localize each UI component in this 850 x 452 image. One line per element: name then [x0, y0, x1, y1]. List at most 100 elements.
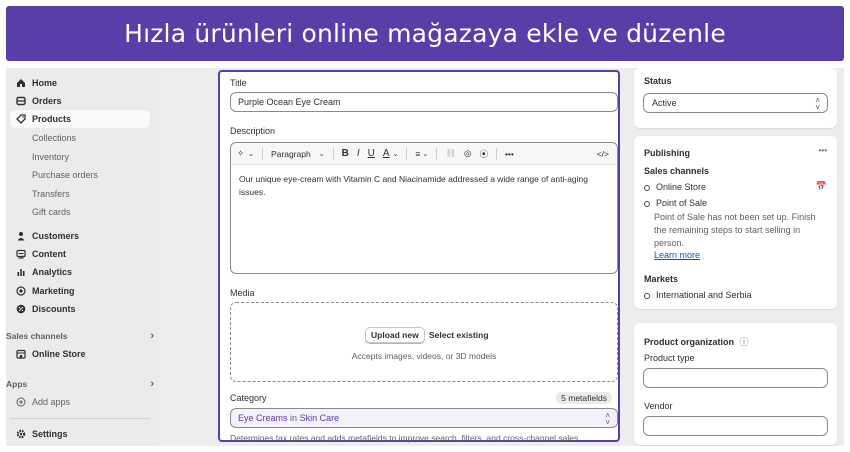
markets-label: Markets [644, 274, 679, 284]
product-type-input[interactable] [643, 368, 828, 388]
category-in: in [290, 413, 298, 423]
sidebar-item-analytics[interactable]: Analytics [10, 263, 150, 281]
title-input[interactable]: Purple Ocean Eye Cream [230, 92, 618, 112]
status-card: Status Active ˄ ˅ [634, 68, 837, 128]
sidebar-subitem-purchase-orders[interactable]: Purchase orders [32, 167, 98, 183]
product-organization-title: Product organization ⓘ [644, 335, 749, 348]
vendor-label: Vendor [644, 401, 673, 411]
chevron-right-icon: › [150, 378, 154, 390]
sidebar-item-label: Settings [32, 429, 68, 439]
sidebar-item-settings[interactable]: Settings [10, 425, 150, 443]
sidebar-subitem-label: Purchase orders [32, 170, 99, 180]
paragraph-label: Paragraph [271, 148, 311, 159]
sidebar: Home Orders Products Collections Invento… [6, 68, 158, 446]
category-name: Eye Creams [238, 413, 288, 423]
description-editor[interactable]: ✧ ⌄ Paragraph ⌄ B I U A ⌄ ≡ ⌄ ⛓ ◎ ⦿ ••• </> … [230, 142, 618, 274]
title-value: Purple Ocean Eye Cream [238, 97, 341, 107]
sidebar-item-marketing[interactable]: Marketing [10, 282, 150, 300]
vendor-input[interactable] [643, 416, 828, 436]
sidebar-subitem-gift-cards[interactable]: Gift cards [32, 204, 71, 220]
sidebar-item-content[interactable]: Content [10, 245, 150, 263]
underline-button[interactable]: U [368, 148, 375, 159]
sales-channels-section[interactable]: Sales channels › [6, 330, 154, 342]
category-help-text: Determines tax rates and adds metafields… [230, 433, 579, 443]
sidebar-item-online-store[interactable]: Online Store [10, 345, 150, 363]
section-label: Sales channels [6, 331, 68, 341]
description-label: Description [230, 126, 276, 136]
text-color-button[interactable]: A ⌄ [383, 148, 399, 159]
store-icon [10, 349, 32, 359]
status-value: Active [652, 98, 677, 108]
description-text: Our unique eye-cream with Vitamin C and … [239, 174, 589, 197]
sidebar-subitem-label: Transfers [32, 189, 70, 199]
chevron-down-icon: ⌄ [392, 150, 399, 158]
sales-channels-label: Sales channels [644, 166, 710, 176]
sidebar-subitem-collections[interactable]: Collections [32, 130, 76, 146]
align-button[interactable]: ≡ ⌄ [415, 149, 428, 159]
sidebar-item-label: Products [32, 114, 72, 124]
link-button[interactable]: ⛓ [445, 148, 456, 159]
sidebar-item-products[interactable]: Products [10, 110, 150, 128]
sidebar-item-home[interactable]: Home [10, 74, 150, 92]
channel-name: Point of Sale [656, 198, 708, 208]
sidebar-item-orders[interactable]: Orders [10, 92, 150, 110]
status-select[interactable]: Active ˄ ˅ [643, 93, 828, 113]
sidebar-item-label: Orders [32, 96, 62, 106]
paragraph-dropdown[interactable]: Paragraph ⌄ [271, 149, 325, 159]
apps-section[interactable]: Apps › [6, 378, 154, 390]
sidebar-subitem-label: Gift cards [32, 207, 71, 217]
market-status-icon [644, 292, 650, 299]
editor-toolbar: ✧ ⌄ Paragraph ⌄ B I U A ⌄ ≡ ⌄ ⛓ ◎ ⦿ ••• </> [231, 143, 617, 165]
select-existing-button[interactable]: Select existing [429, 330, 489, 340]
ai-magic-button[interactable]: ✧ ⌄ [237, 148, 254, 159]
media-dropzone[interactable]: Upload new Select existing Accepts image… [230, 302, 618, 382]
content-icon [10, 249, 32, 259]
media-label: Media [230, 288, 255, 298]
sidebar-item-label: Analytics [32, 267, 73, 277]
channel-status-icon [644, 184, 650, 191]
info-icon[interactable]: ⓘ [740, 337, 749, 347]
publishing-card: Publishing ••• Sales channels Online Sto… [634, 136, 837, 309]
sidebar-item-label: Home [32, 78, 58, 88]
sidebar-subitem-inventory[interactable]: Inventory [32, 149, 69, 165]
bold-button[interactable]: B [342, 148, 349, 159]
more-tools-button[interactable]: ••• [505, 149, 514, 159]
chevron-down-icon: ⌄ [422, 150, 429, 158]
upload-new-button[interactable]: Upload new [365, 327, 425, 343]
italic-button[interactable]: I [357, 148, 360, 159]
code-view-button[interactable]: </> [597, 149, 609, 159]
sidebar-item-label: Online Store [32, 349, 86, 359]
toolbar-divider [436, 147, 438, 160]
toolbar-divider [406, 147, 408, 160]
chevron-down-icon: ⌄ [248, 150, 254, 158]
bar-chart-icon [10, 267, 32, 277]
sparkle-icon: ✧ [237, 148, 245, 158]
toolbar-divider [495, 147, 497, 160]
banner: Hızla ürünleri online mağazaya ekle ve d… [6, 6, 844, 61]
align-left-icon: ≡ [415, 148, 421, 159]
admin-window: Home Orders Products Collections Invento… [6, 68, 844, 446]
toolbar-divider [332, 147, 334, 160]
category-label: Category [230, 393, 267, 403]
target-icon [10, 286, 32, 296]
product-details-card: Title Purple Ocean Eye Cream Description… [218, 70, 620, 443]
pos-setup-note: Point of Sale has not been set up. Finis… [654, 212, 816, 248]
plus-circle-icon [10, 397, 32, 407]
insert-video-button[interactable]: ⦿ [479, 148, 488, 160]
sidebar-divider [10, 418, 150, 419]
sidebar-subitem-transfers[interactable]: Transfers [32, 186, 70, 202]
sidebar-item-customers[interactable]: Customers [10, 227, 150, 245]
banner-title: Hızla ürünleri online mağazaya ekle ve d… [124, 19, 726, 48]
section-label: Apps [6, 379, 28, 389]
learn-more-link[interactable]: Learn more [654, 250, 700, 260]
image-icon: ◎ [464, 148, 472, 158]
add-apps-button[interactable]: Add apps [10, 393, 150, 411]
sidebar-item-discounts[interactable]: Discounts [10, 300, 150, 318]
toolbar-divider [262, 147, 263, 160]
category-select[interactable]: Eye Creams in Skin Care ˄ ˅ [230, 408, 618, 428]
publishing-more-button[interactable]: ••• [819, 146, 827, 155]
insert-image-button[interactable]: ◎ [464, 148, 471, 159]
category-parent: Skin Care [299, 413, 340, 423]
calendar-schedule-icon[interactable]: 📅 [816, 181, 827, 192]
title-label: Title [230, 78, 247, 88]
